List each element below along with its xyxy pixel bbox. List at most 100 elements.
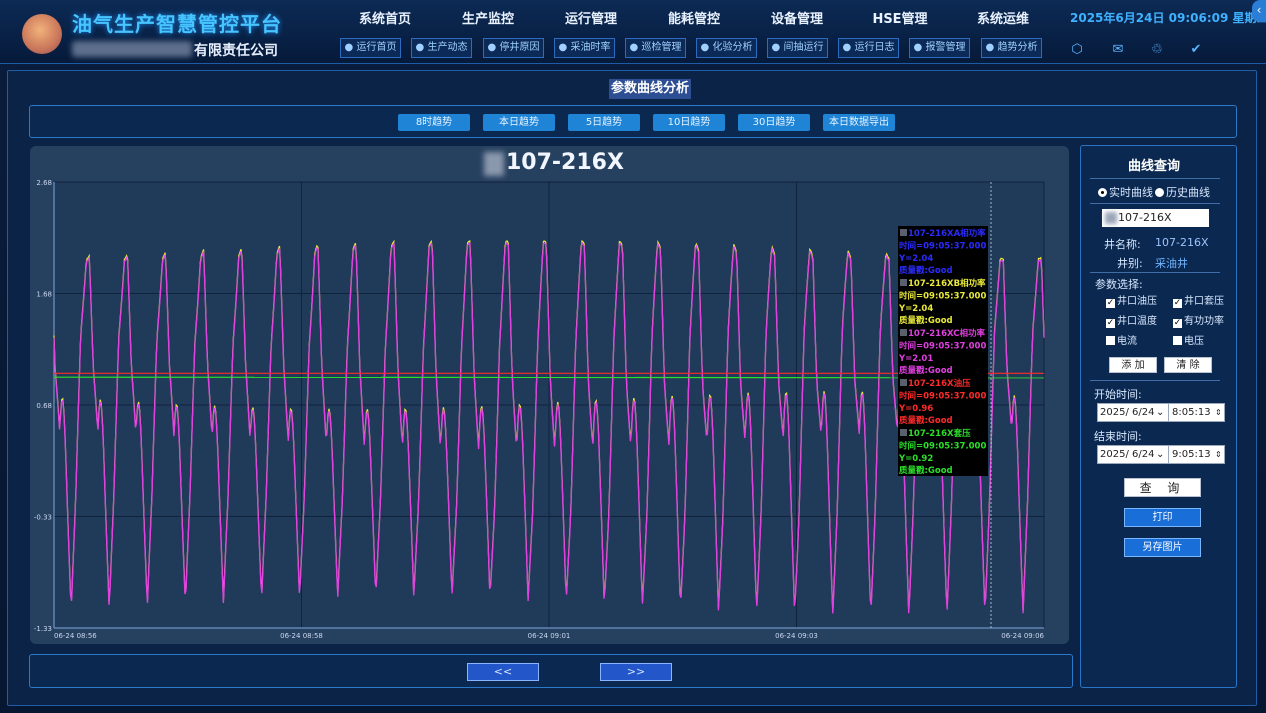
param-checkbox-2[interactable]: ✓ 井口温度 [1106, 312, 1157, 328]
x-tick-label: 06-24 09:03 [775, 632, 818, 640]
nav-item-5[interactable]: HSE管理 [855, 8, 945, 27]
well-input-redacted [1105, 212, 1117, 224]
subnav-item-2[interactable]: ● 停井原因 [483, 38, 544, 58]
start-datetime-picker[interactable]: 2025/ 6/24 ⌄ 8:05:13 ⇕ [1097, 403, 1225, 422]
range-button-3[interactable]: 10日趋势 [653, 114, 725, 131]
param-checkbox-4[interactable]: 电流 [1106, 332, 1137, 347]
radio-icon [1098, 188, 1107, 197]
param-label: 井口套压 [1184, 296, 1224, 307]
tooltip-swatch [900, 429, 907, 436]
tooltip-swatch [900, 329, 907, 336]
subnav-item-8[interactable]: ● 报警管理 [909, 38, 970, 58]
sub-nav: ● 运行首页 ● 生产动态 ● 停井原因 ● 采油时率 ● 巡检管理 ● 化验分析 ● 间抽… [340, 38, 1050, 60]
nav-item-1[interactable]: 生产监控 [443, 8, 533, 27]
checkbox-icon: ✓ [1173, 318, 1182, 328]
well-name-label: 井名称: [1104, 238, 1141, 251]
tooltip-text: Y=2.04 [898, 304, 933, 314]
well-name-value: 107-216X [1155, 236, 1209, 249]
tooltip-text: 时间=09:05:37.000 [899, 340, 986, 351]
chart-tooltip: 107-216XA相功率时间=09:05:37.000Y=2.04质量戳:Goo… [898, 226, 988, 476]
query-button[interactable]: 查 询 [1124, 478, 1201, 497]
range-button-0[interactable]: 8时趋势 [398, 114, 470, 131]
x-tick-label: 06-24 08:56 [54, 632, 97, 640]
divider [1090, 380, 1220, 381]
param-checkbox-5[interactable]: 电压 [1173, 332, 1204, 347]
range-button-1[interactable]: 本日趋势 [483, 114, 555, 131]
param-label: 井口温度 [1117, 316, 1157, 327]
y-tick-label: 2.68 [36, 179, 52, 187]
x-tick-label: 06-24 09:06 [1001, 632, 1044, 640]
divider [1168, 404, 1169, 421]
subnav-item-6[interactable]: ● 间抽运行 [767, 38, 828, 58]
check-icon[interactable]: ✔ [1188, 42, 1204, 58]
app-root: 油气生产智慧管控平台 有限责任公司 系统首页 生产监控 运行管理 能耗管控 设备管理 HS… [0, 0, 1266, 713]
checkbox-icon: ✓ [1173, 298, 1182, 308]
param-checkbox-3[interactable]: ✓ 有功功率 [1173, 312, 1224, 328]
x-tick-label: 06-24 09:01 [528, 632, 571, 640]
save-image-button[interactable]: 另存图片 [1124, 538, 1201, 557]
mail-icon[interactable]: ✉ [1110, 42, 1126, 58]
tooltip-text: 质量戳:Good [899, 465, 953, 476]
y-tick-label: -0.33 [34, 514, 52, 522]
print-button[interactable]: 打印 [1124, 508, 1201, 527]
param-checkbox-0[interactable]: ✓ 井口油压 [1106, 292, 1157, 308]
collapse-tab-icon[interactable]: ‹ [1252, 0, 1266, 22]
end-datetime-picker[interactable]: 2025/ 6/24 ⌄ 9:05:13 ⇕ [1097, 445, 1225, 464]
nav-item-3[interactable]: 能耗管控 [649, 8, 739, 27]
tooltip-text: 107-216XB相功率 [908, 278, 986, 289]
chart-title: 107-216X [506, 150, 624, 175]
notification-icon[interactable]: ♲ [1149, 42, 1165, 58]
start-time: 8:05:13 [1172, 407, 1211, 418]
add-button[interactable]: 添 加 [1109, 357, 1157, 373]
query-panel-title: 曲线查询 [1128, 159, 1181, 174]
range-button-4[interactable]: 30日趋势 [738, 114, 810, 131]
radio-realtime[interactable]: 实时曲线 [1098, 184, 1153, 200]
tooltip-text: 107-216X油压 [908, 378, 971, 389]
chart-title-redacted [484, 152, 504, 176]
tooltip-swatch [900, 379, 907, 386]
nav-item-6[interactable]: 系统运维 [958, 8, 1048, 27]
y-tick-label: 0.68 [36, 402, 52, 410]
y-tick-label: -1.33 [34, 625, 52, 633]
subnav-item-5[interactable]: ● 化验分析 [696, 38, 757, 58]
tooltip-text: 时间=09:05:37.000 [899, 240, 986, 251]
param-label: 电压 [1184, 336, 1204, 347]
settings-hex-icon[interactable]: ⬡ [1069, 42, 1085, 58]
top-header: 油气生产智慧管控平台 有限责任公司 系统首页 生产监控 运行管理 能耗管控 设备管理 HS… [0, 0, 1266, 64]
clear-button[interactable]: 清 除 [1164, 357, 1212, 373]
dropdown-arrow-icon: ⌄ [1156, 449, 1165, 460]
end-time-label: 结束时间: [1094, 430, 1142, 443]
tooltip-text: 107-216XC相功率 [908, 328, 986, 339]
subnav-item-4[interactable]: ● 巡检管理 [625, 38, 686, 58]
nav-item-4[interactable]: 设备管理 [752, 8, 842, 27]
tooltip-text: 质量戳:Good [899, 265, 953, 276]
divider [1090, 178, 1220, 179]
subnav-item-1[interactable]: ● 生产动态 [411, 38, 472, 58]
section-title: 参数曲线分析 [609, 79, 692, 99]
trend-chart[interactable]: 2.68 1.68 0.68 -0.33 -1.3306-24 08:56 06-24 0… [30, 176, 1069, 644]
tooltip-text: 107-216XA相功率 [908, 228, 986, 239]
well-search-input[interactable]: 107-216X [1102, 209, 1209, 227]
param-label: 有功功率 [1184, 316, 1224, 327]
x-tick-label: 06-24 08:58 [280, 632, 323, 640]
divider [1090, 272, 1220, 273]
nav-item-0[interactable]: 系统首页 [340, 8, 430, 27]
tooltip-text: 时间=09:05:37.000 [899, 390, 986, 401]
subnav-item-0[interactable]: ● 运行首页 [340, 38, 401, 58]
radio-icon [1155, 188, 1164, 197]
end-date: 2025/ 6/24 [1100, 449, 1155, 460]
range-button-5[interactable]: 本日数据导出 [823, 114, 895, 131]
prev-page-button[interactable]: << [467, 663, 539, 681]
company-name-redacted [72, 41, 192, 57]
range-button-2[interactable]: 5日趋势 [568, 114, 640, 131]
tooltip-text: 时间=09:05:37.000 [899, 440, 986, 451]
param-checkbox-1[interactable]: ✓ 井口套压 [1173, 292, 1224, 308]
nav-item-2[interactable]: 运行管理 [546, 8, 636, 27]
subnav-item-9[interactable]: ● 趋势分析 [981, 38, 1042, 58]
next-page-button[interactable]: >> [600, 663, 672, 681]
subnav-item-3[interactable]: ● 采油时率 [554, 38, 615, 58]
radio-history[interactable]: 历史曲线 [1155, 184, 1210, 200]
tooltip-text: 107-216X套压 [908, 428, 971, 439]
well-type-value: 采油井 [1155, 257, 1188, 270]
subnav-item-7[interactable]: ● 运行日志 [838, 38, 899, 58]
